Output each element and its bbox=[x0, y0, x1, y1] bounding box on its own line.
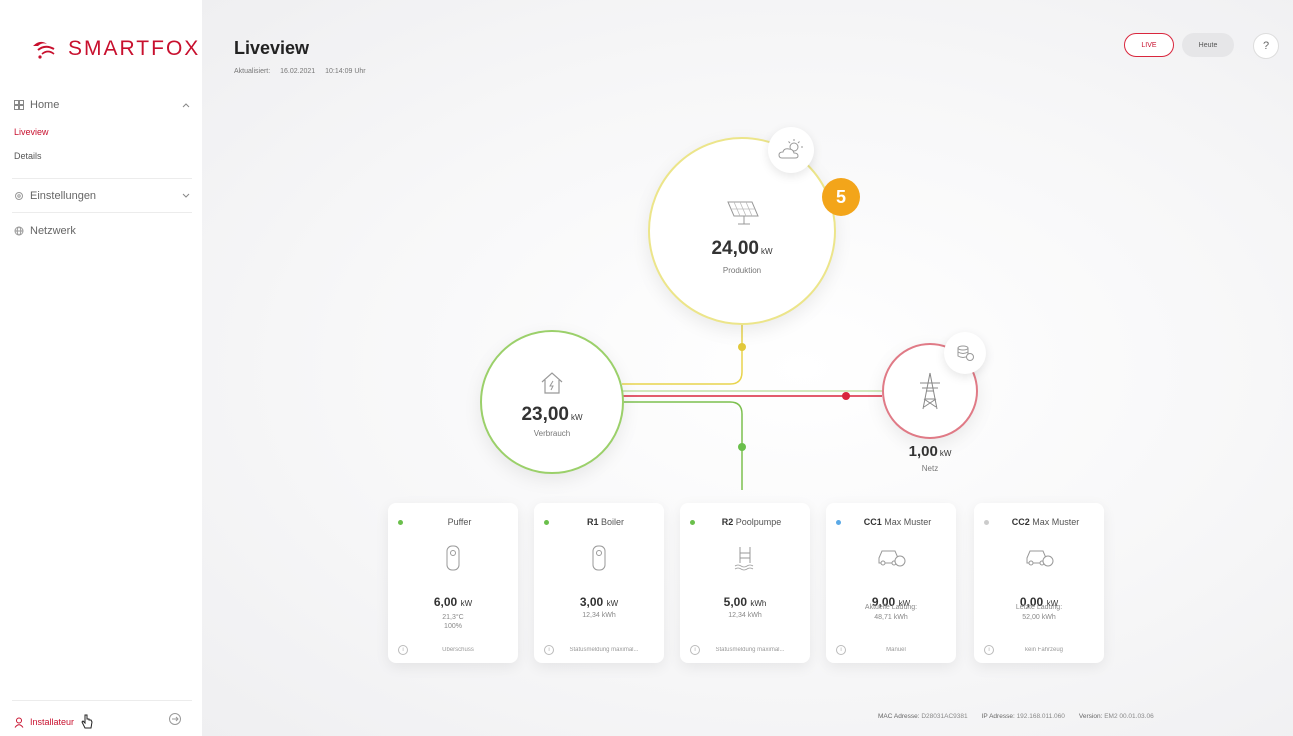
info-icon[interactable]: i bbox=[836, 645, 846, 655]
card-name: Max Muster bbox=[884, 517, 932, 527]
card-sub2: 100% bbox=[444, 623, 462, 630]
grid-meter-badge[interactable] bbox=[944, 332, 986, 374]
card-header: CC2 Max Muster bbox=[984, 517, 1094, 527]
card-number: 6,00 bbox=[433, 595, 458, 609]
production-number: 24,00 bbox=[711, 237, 759, 259]
card-sub1: 12,34 kWh bbox=[728, 612, 762, 619]
consumption-value: 23,00 kW bbox=[521, 404, 582, 426]
card-footer-text: Überschuss bbox=[442, 647, 474, 653]
card-prefix: R2 bbox=[721, 517, 734, 527]
card-footer: i Statusmeldung maximal... bbox=[690, 645, 800, 655]
card-name: Boiler bbox=[601, 517, 625, 527]
status-dot bbox=[544, 519, 549, 525]
buffer-tank-icon bbox=[388, 545, 518, 571]
card-number: 5,00 bbox=[723, 595, 747, 609]
ip-value: 192.168.011.060 bbox=[1016, 713, 1065, 720]
card-footer: i kein Fahrzeug bbox=[984, 645, 1094, 655]
card-name: Poolpumpe bbox=[735, 517, 782, 527]
weather-badge[interactable] bbox=[768, 127, 814, 173]
status-dot bbox=[398, 519, 403, 525]
grid-number: 1,00 bbox=[908, 443, 938, 460]
production-label: Produktion bbox=[722, 265, 762, 275]
card-footer-text: Manuel bbox=[886, 647, 906, 653]
card-sub2: 48,71 kWh bbox=[874, 614, 908, 621]
card-header: R2 Poolpumpe bbox=[690, 517, 800, 527]
house-icon bbox=[541, 372, 563, 394]
card-footer-text: Statusmeldung maximal... bbox=[569, 647, 639, 653]
grid-unit: kW bbox=[939, 449, 952, 458]
device-card-r1-boiler[interactable]: R1 Boiler 3,00 kW 12,34 kWh i Statusmeldu… bbox=[534, 503, 664, 663]
status-bar: MAC Adresse: D28031AC9381 IP Adresse: 19… bbox=[878, 713, 1154, 720]
info-icon[interactable]: i bbox=[398, 645, 408, 655]
card-footer-text: kein Fahrzeug bbox=[1024, 647, 1064, 653]
card-sub2: 52,00 kWh bbox=[1022, 614, 1056, 621]
card-sub1: 21,3°C bbox=[442, 614, 464, 621]
step-number-badge: 5 bbox=[822, 178, 860, 216]
card-header: CC1 Max Muster bbox=[836, 517, 946, 527]
card-footer-text: Statusmeldung maximal... bbox=[715, 647, 785, 653]
device-card-puffer[interactable]: Puffer 6,00 kW 21,3°C 100% i Überschuss bbox=[388, 503, 518, 663]
device-card-cc1[interactable]: CC1 Max Muster 9,00 kW Aktuelle Ladung: … bbox=[826, 503, 956, 663]
grid-value: 1,00 kW bbox=[882, 443, 978, 460]
pool-ladder-icon bbox=[680, 545, 810, 571]
card-header: R1 Boiler bbox=[544, 517, 654, 527]
version-info: Version: EM2 00.01.03.06 bbox=[1079, 713, 1154, 720]
version-value: EM2 00.01.03.06 bbox=[1104, 713, 1154, 720]
card-footer: i Manuel bbox=[836, 645, 946, 655]
card-sub1: Aktuelle Ladung: bbox=[864, 604, 918, 611]
version-label: Version: bbox=[1078, 713, 1103, 720]
card-title: CC2 Max Muster bbox=[997, 517, 1094, 527]
card-title: R2 Poolpumpe bbox=[703, 517, 800, 527]
device-card-r2-poolpumpe[interactable]: R2 Poolpumpe 5,00 kWh 12,34 kWh i Statusm… bbox=[680, 503, 810, 663]
mac-info: MAC Adresse: D28031AC9381 bbox=[878, 713, 968, 720]
card-unit: kWh bbox=[750, 599, 767, 608]
consumption-number: 23,00 bbox=[521, 404, 569, 425]
solar-panel-icon bbox=[727, 201, 759, 224]
card-value: 3,00 kW bbox=[534, 595, 664, 609]
card-sub1: 12,34 kWh bbox=[582, 612, 616, 619]
status-dot bbox=[836, 519, 841, 525]
card-number: 3,00 bbox=[579, 595, 604, 609]
card-unit: kW bbox=[606, 599, 619, 608]
meter-coins-icon bbox=[957, 345, 974, 361]
boiler-icon bbox=[534, 545, 664, 571]
device-card-cc2[interactable]: CC2 Max Muster 0,00 kW Letzte Ladung: 52… bbox=[974, 503, 1104, 663]
info-icon[interactable]: i bbox=[690, 645, 700, 655]
card-sub1: Letzte Ladung: bbox=[1015, 604, 1063, 611]
card-footer: i Überschuss bbox=[398, 645, 508, 655]
card-prefix: R1 bbox=[586, 517, 599, 527]
sun-cloud-icon bbox=[778, 139, 803, 159]
consumption-circle[interactable]: 23,00 kW Verbrauch bbox=[480, 330, 624, 474]
card-footer: i Statusmeldung maximal... bbox=[544, 645, 654, 655]
mac-label: MAC Adresse: bbox=[878, 713, 920, 720]
consumption-unit: kW bbox=[570, 413, 583, 422]
card-value: 6,00 kW bbox=[388, 595, 518, 609]
info-icon[interactable]: i bbox=[544, 645, 554, 655]
card-value: 5,00 kWh bbox=[680, 595, 810, 609]
card-header: Puffer bbox=[398, 517, 508, 527]
status-dot bbox=[690, 519, 695, 525]
card-name: Max Muster bbox=[1032, 517, 1080, 527]
grid-info: 1,00 kW Netz bbox=[882, 443, 978, 473]
card-title: CC1 Max Muster bbox=[849, 517, 946, 527]
production-value: 24,00 kW bbox=[711, 238, 772, 260]
consumption-label: Verbrauch bbox=[533, 429, 571, 438]
grid-label: Netz bbox=[921, 464, 939, 473]
card-prefix: CC2 bbox=[1011, 517, 1030, 527]
ev-car-icon bbox=[974, 545, 1104, 569]
mac-value: D28031AC9381 bbox=[921, 713, 968, 720]
card-name: Puffer bbox=[447, 517, 472, 527]
ip-label: IP Adresse: bbox=[981, 713, 1015, 720]
card-prefix: CC1 bbox=[863, 517, 882, 527]
status-dot bbox=[984, 519, 989, 525]
card-title: Puffer bbox=[411, 517, 508, 527]
info-icon[interactable]: i bbox=[984, 645, 994, 655]
card-unit: kW bbox=[460, 599, 473, 608]
ev-car-icon bbox=[826, 545, 956, 569]
ip-info: IP Adresse: 192.168.011.060 bbox=[982, 713, 1065, 720]
production-unit: kW bbox=[760, 246, 773, 256]
card-title: R1 Boiler bbox=[557, 517, 654, 527]
power-pylon-icon bbox=[920, 372, 940, 410]
